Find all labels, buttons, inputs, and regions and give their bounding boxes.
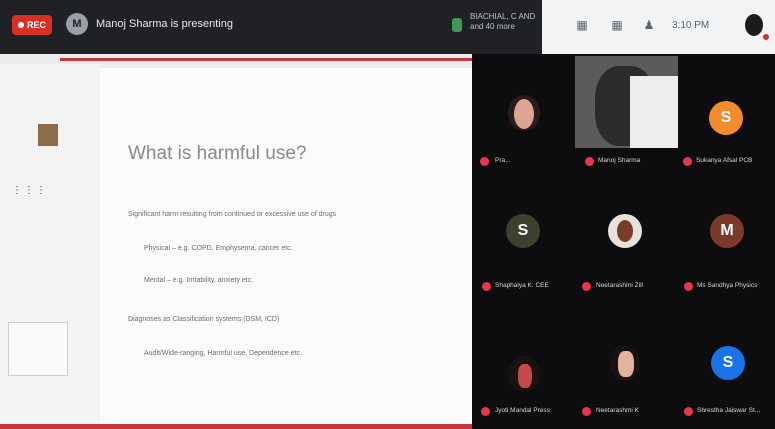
participant-avatar: S (711, 346, 745, 380)
participant-photo (508, 95, 540, 131)
slide-accent-line (60, 58, 472, 61)
clock: 3:10 PM (672, 20, 710, 31)
participant-name: Neetarashmi Zill (596, 282, 643, 289)
mic-muted-icon (684, 282, 693, 291)
record-dot-icon (17, 22, 24, 28)
participant-name: Jyoti Mandal Press (495, 407, 550, 414)
self-status-dot (763, 34, 769, 40)
participant-name: Shaphalya K. CEE (495, 282, 549, 289)
participant-avatar: S (709, 101, 743, 135)
participant-photo (508, 356, 540, 392)
mini-tile-line-1: BIACHIAL, C AND (470, 12, 536, 21)
mic-muted-icon (582, 407, 591, 416)
thumbnail-dots-icon[interactable]: ⋮⋮⋮ (12, 185, 62, 207)
grid-icon[interactable]: ▦ (610, 18, 624, 32)
presenting-status: Manoj Sharma is presenting (96, 18, 233, 30)
slide-bullet-4: Diagnoses as Classification systems (DSM… (128, 316, 280, 323)
participant-name: Pra... (495, 157, 511, 164)
participant-name: Sukanya Afsal PCB (696, 157, 753, 164)
mic-muted-icon (585, 157, 594, 166)
bottom-accent-bar (0, 424, 472, 429)
mic-muted-icon (582, 282, 591, 291)
participant-name: Neetarashmi K (596, 407, 639, 414)
slide-title: What is harmful use? (128, 143, 307, 164)
mic-muted-icon (482, 282, 491, 291)
layout-icon[interactable]: ▦ (575, 18, 589, 32)
thumbnail-slide[interactable] (8, 322, 68, 376)
participant-avatar: M (710, 214, 744, 248)
recording-indicator: REC (12, 15, 52, 35)
thumbnail-image[interactable] (38, 124, 58, 146)
slide-bullet-5: Audit/Wide-ranging, Harmful use, Depende… (144, 350, 302, 357)
participant-name: Shrestha Jaiswar St... (697, 407, 761, 414)
rec-label: REC (26, 20, 46, 30)
people-icon[interactable]: ♟ (642, 18, 656, 32)
mic-muted-icon (683, 157, 692, 166)
slide-bullet-3: Mental – e.g. Irritability, anxiety etc. (144, 277, 254, 284)
presenter-avatar: M (66, 13, 88, 35)
slide-bullet-1: Significant harm resulting from continue… (128, 211, 337, 218)
participant-photo (608, 214, 642, 248)
self-avatar[interactable] (745, 14, 763, 36)
hand-icon (452, 18, 462, 32)
mic-muted-icon (481, 407, 490, 416)
participant-name: Ms Sandhya Physics (697, 282, 758, 289)
mini-tile-caption: BIACHIAL, C AND and 40 more (470, 12, 535, 32)
mic-muted-icon (684, 407, 693, 416)
mini-tile-line-2: and 40 more (470, 22, 515, 31)
participant-name: Manoj Sharma (598, 157, 641, 164)
slide-bullet-2: Physical – e.g. COPD, Emphysema, cancer … (144, 245, 293, 252)
mic-muted-icon (480, 157, 489, 166)
participant-avatar: S (506, 214, 540, 248)
participant-photo (610, 345, 640, 381)
participant-video (575, 56, 678, 148)
